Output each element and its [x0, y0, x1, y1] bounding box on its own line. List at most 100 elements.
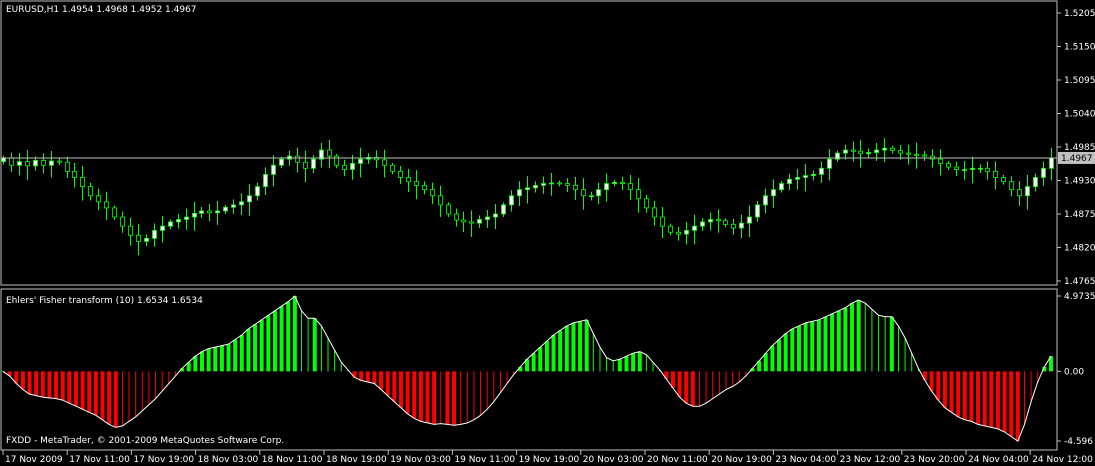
candle-body [501, 204, 506, 215]
candle-body [65, 161, 70, 172]
candle-body [612, 181, 617, 184]
candle-body [731, 223, 736, 229]
histogram-bar [460, 371, 462, 425]
candle-body [406, 177, 411, 183]
histogram-bar [20, 371, 25, 390]
histogram-bar [592, 333, 594, 372]
histogram-bar [480, 371, 482, 416]
candle-body [716, 219, 721, 222]
histogram-bar [47, 371, 52, 398]
histogram-bar [300, 310, 302, 372]
histogram-bar [911, 353, 913, 372]
histogram-bar [445, 371, 450, 425]
candle-body [700, 221, 705, 227]
time-tick-label: 17 Nov 11:00 [69, 455, 130, 465]
candle-body [906, 152, 911, 155]
histogram-bar [226, 344, 231, 372]
metatrader-chart[interactable]: EURUSD,H1 1.4954 1.4968 1.4952 1.4967 1.… [0, 0, 1095, 466]
histogram-bar [645, 354, 647, 372]
current-price-value: 1.4967 [1061, 154, 1093, 164]
candle-body [1001, 177, 1006, 183]
candle-body [104, 201, 109, 209]
candle-body [985, 167, 990, 172]
candle-body [604, 183, 609, 191]
histogram-bar [617, 359, 622, 372]
histogram-bar [803, 322, 808, 372]
histogram-bar [199, 351, 204, 372]
candle-body [843, 149, 848, 154]
histogram-bar [206, 348, 211, 372]
histogram-bar [763, 353, 768, 372]
histogram-bar [578, 321, 583, 372]
candle-body [970, 167, 975, 170]
symbol-info: EURUSD,H1 1.4954 1.4968 1.4952 1.4967 [6, 5, 197, 15]
candle-body [255, 186, 260, 197]
histogram-bar [922, 371, 927, 381]
histogram-bar [1030, 371, 1032, 402]
candle-body [215, 210, 220, 214]
candle-body [890, 147, 895, 152]
histogram-bar [466, 371, 468, 423]
candle-body [708, 219, 713, 223]
histogram-bar [334, 350, 336, 372]
candle-body [573, 184, 578, 191]
histogram-bar [73, 371, 78, 407]
histogram-bar [213, 347, 218, 372]
histogram-bar [904, 338, 906, 372]
histogram-bar [1009, 371, 1014, 437]
histogram-bar [499, 371, 501, 393]
histogram-bar [544, 341, 549, 372]
candle-body [565, 183, 570, 186]
candle-body [993, 170, 998, 178]
candle-body [461, 219, 466, 223]
candle-body [763, 195, 768, 206]
candle-body [350, 163, 355, 170]
candle-body [152, 230, 157, 239]
candle-body [628, 183, 633, 191]
histogram-bar [606, 357, 608, 372]
histogram-bar [128, 371, 130, 422]
candle-body [414, 181, 419, 186]
histogram-bar [67, 371, 72, 404]
histogram-bar [770, 345, 775, 372]
histogram-bar [398, 371, 403, 408]
time-tick-label: 24 Nov 12:00 [1032, 455, 1093, 465]
candle-body [978, 167, 983, 170]
histogram-bar [340, 362, 342, 372]
histogram-bar [452, 371, 457, 426]
candle-body [96, 195, 101, 203]
histogram-bar [725, 371, 727, 390]
histogram-bar [148, 371, 150, 405]
candle-body [120, 216, 125, 227]
candle-body [271, 164, 276, 175]
candle-body [25, 161, 30, 167]
histogram-bar [113, 371, 118, 428]
candle-body [279, 158, 284, 166]
candle-body [898, 150, 903, 154]
histogram-bar [27, 371, 32, 395]
histogram-bar [830, 313, 835, 372]
histogram-bar [259, 319, 264, 372]
histogram-bar [40, 371, 45, 398]
candle-body [795, 177, 800, 180]
histogram-bar [652, 362, 654, 372]
indicator-tick-label: 0.00 [1064, 367, 1084, 377]
candle-body [422, 184, 427, 191]
histogram-bar [412, 371, 417, 419]
candle-body [239, 201, 244, 206]
time-tick-label: 17 Nov 2009 [5, 455, 63, 465]
candle-body [858, 150, 863, 155]
candle-body [557, 182, 562, 185]
histogram-bar [558, 330, 563, 372]
candle-body [88, 186, 93, 197]
candle-body [184, 216, 189, 220]
histogram-bar [440, 371, 442, 424]
candle-body [72, 170, 77, 178]
candle-body [176, 219, 181, 223]
candle-body [636, 189, 641, 200]
candle-body [477, 219, 482, 224]
histogram-bar [233, 339, 238, 372]
histogram-bar [168, 371, 170, 384]
histogram-bar [1002, 371, 1007, 432]
histogram-bar [155, 371, 157, 399]
